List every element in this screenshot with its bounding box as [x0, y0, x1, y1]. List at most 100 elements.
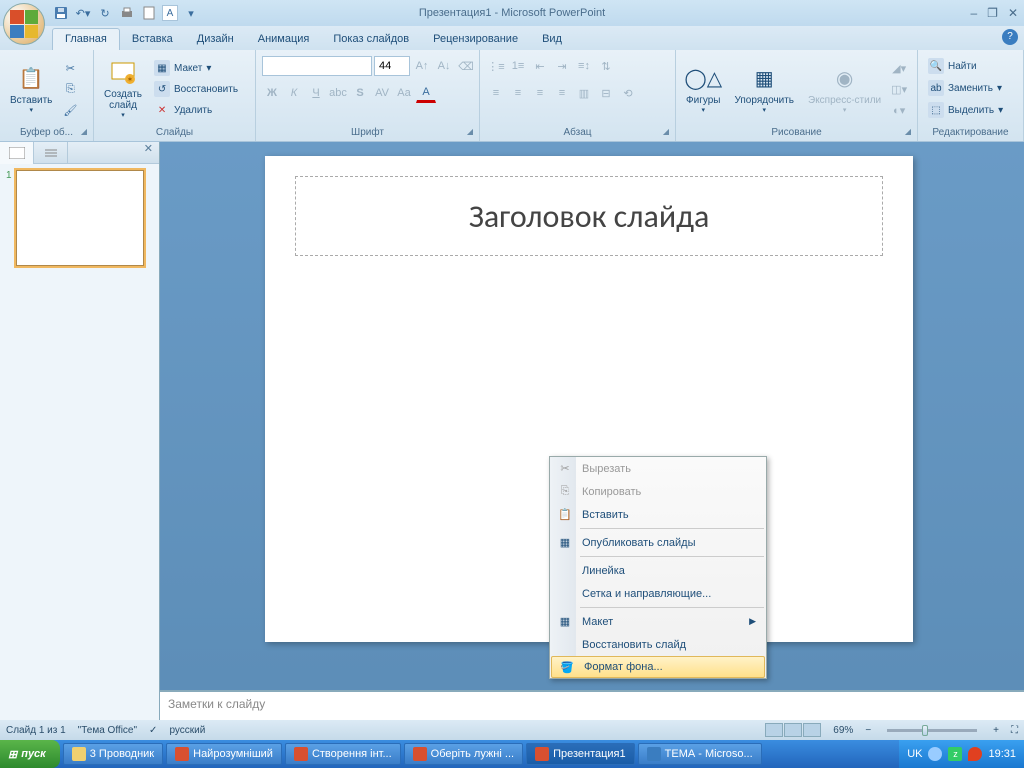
replace-button[interactable]: abЗаменить ▾: [924, 78, 1006, 98]
panel-close-button[interactable]: ✕: [138, 142, 159, 163]
zoom-out-button[interactable]: −: [865, 725, 871, 736]
office-button[interactable]: [3, 3, 45, 45]
italic-icon[interactable]: К: [284, 83, 304, 103]
line-spacing-icon[interactable]: ≡↕: [574, 56, 594, 76]
ctx-cut[interactable]: ✂Вырезать: [550, 457, 766, 480]
align-text-icon[interactable]: ⊟: [596, 83, 616, 103]
fit-button[interactable]: ⛶: [1011, 725, 1018, 736]
align-right-icon[interactable]: ≡: [530, 83, 550, 103]
task-item[interactable]: ТЕМА - Microso...: [638, 743, 762, 765]
launcher-icon[interactable]: ◢: [81, 127, 87, 136]
qat-more-icon[interactable]: ▾: [182, 4, 200, 22]
grow-font-icon[interactable]: A↑: [412, 56, 432, 76]
title-placeholder[interactable]: Заголовок слайда: [295, 176, 883, 256]
new-slide-button[interactable]: ✶ Создать слайд▾: [98, 56, 148, 122]
shrink-font-icon[interactable]: A↓: [434, 56, 454, 76]
sorter-view-button[interactable]: [784, 723, 802, 737]
spacing-icon[interactable]: AV: [372, 83, 392, 103]
tray-icon[interactable]: [968, 747, 982, 761]
notes-pane[interactable]: Заметки к слайду: [160, 690, 1024, 720]
shadow-icon[interactable]: S: [350, 83, 370, 103]
underline-icon[interactable]: Ч: [306, 83, 326, 103]
shapes-button[interactable]: ◯△Фигуры▾: [680, 56, 726, 122]
slides-tab-icon[interactable]: [0, 142, 34, 164]
clock[interactable]: 19:31: [988, 748, 1016, 760]
columns-icon[interactable]: ▥: [574, 83, 594, 103]
case-icon[interactable]: Aa: [394, 83, 414, 103]
print-icon[interactable]: [118, 4, 136, 22]
tab-animation[interactable]: Анимация: [246, 29, 322, 50]
tray-icon[interactable]: z: [948, 747, 962, 761]
bold-icon[interactable]: Ж: [262, 83, 282, 103]
find-button[interactable]: 🔍Найти: [924, 56, 981, 76]
launcher-icon[interactable]: ◢: [663, 127, 669, 136]
restore-button[interactable]: ❐: [987, 6, 998, 20]
shape-outline-icon[interactable]: ◫▾: [889, 79, 909, 99]
indent-dec-icon[interactable]: ⇤: [530, 56, 550, 76]
indent-inc-icon[interactable]: ⇥: [552, 56, 572, 76]
tab-view[interactable]: Вид: [530, 29, 574, 50]
format-painter-icon[interactable]: 🖌: [60, 100, 80, 120]
task-item[interactable]: Оберіть лужні ...: [404, 743, 523, 765]
bullets-icon[interactable]: ⋮≡: [486, 56, 506, 76]
undo-icon[interactable]: ↶▾: [74, 4, 92, 22]
copy-icon[interactable]: ⎘: [60, 79, 80, 99]
start-button[interactable]: ⊞пуск: [0, 740, 60, 768]
ctx-format-background[interactable]: 🪣Формат фона...: [551, 656, 765, 678]
task-item[interactable]: Створення інт...: [285, 743, 401, 765]
font-color-icon[interactable]: A: [416, 83, 436, 103]
qat-letter[interactable]: A: [162, 5, 178, 21]
ctx-ruler[interactable]: Линейка: [550, 559, 766, 582]
tab-review[interactable]: Рецензирование: [421, 29, 530, 50]
normal-view-button[interactable]: [765, 723, 783, 737]
layout-button[interactable]: ▦Макет ▾: [150, 58, 242, 78]
task-item[interactable]: Презентация1: [526, 743, 635, 765]
zoom-level[interactable]: 69%: [833, 725, 853, 736]
strike-icon[interactable]: abc: [328, 83, 348, 103]
justify-icon[interactable]: ≡: [552, 83, 572, 103]
ctx-copy[interactable]: ⎘Копировать: [550, 480, 766, 503]
launcher-icon[interactable]: ◢: [905, 127, 911, 136]
numbering-icon[interactable]: 1≡: [508, 56, 528, 76]
ctx-paste[interactable]: 📋Вставить: [550, 503, 766, 526]
font-size-input[interactable]: [374, 56, 410, 76]
tab-slideshow[interactable]: Показ слайдов: [321, 29, 421, 50]
ctx-publish[interactable]: ▦Опубликовать слайды: [550, 531, 766, 554]
ctx-grid[interactable]: Сетка и направляющие...: [550, 582, 766, 605]
tab-insert[interactable]: Вставка: [120, 29, 185, 50]
close-button[interactable]: ✕: [1008, 6, 1018, 20]
language-indicator[interactable]: UK: [907, 748, 922, 760]
spellcheck-icon[interactable]: ✓: [149, 725, 157, 736]
align-left-icon[interactable]: ≡: [486, 83, 506, 103]
font-name-input[interactable]: [262, 56, 372, 76]
help-button[interactable]: ?: [1002, 29, 1018, 45]
tray-icon[interactable]: [928, 747, 942, 761]
new-icon[interactable]: [140, 4, 158, 22]
slideshow-view-button[interactable]: [803, 723, 821, 737]
save-icon[interactable]: [52, 4, 70, 22]
align-center-icon[interactable]: ≡: [508, 83, 528, 103]
reset-button[interactable]: ↺Восстановить: [150, 79, 242, 99]
tab-design[interactable]: Дизайн: [185, 29, 246, 50]
shape-effects-icon[interactable]: ◐▾: [889, 100, 909, 120]
ctx-reset[interactable]: Восстановить слайд: [550, 633, 766, 656]
task-item[interactable]: Найрозумніший: [166, 743, 282, 765]
task-item[interactable]: 3 Проводник: [63, 743, 163, 765]
delete-button[interactable]: ✕Удалить: [150, 100, 242, 120]
zoom-slider[interactable]: [887, 729, 977, 732]
clear-format-icon[interactable]: ⌫: [456, 56, 476, 76]
tab-home[interactable]: Главная: [52, 28, 120, 50]
cut-icon[interactable]: ✂: [60, 58, 80, 78]
status-language[interactable]: русский: [169, 725, 205, 736]
launcher-icon[interactable]: ◢: [467, 127, 473, 136]
text-dir-icon[interactable]: ⇅: [596, 56, 616, 76]
redo-icon[interactable]: ↻: [96, 4, 114, 22]
ctx-layout[interactable]: ▦Макет▶: [550, 610, 766, 633]
arrange-button[interactable]: ▦Упорядочить▾: [728, 56, 800, 122]
minimize-button[interactable]: –: [970, 6, 977, 20]
shape-fill-icon[interactable]: ◢▾: [889, 58, 909, 78]
paste-button[interactable]: 📋 Вставить▾: [4, 56, 58, 122]
slide-thumbnail[interactable]: [16, 170, 144, 266]
zoom-in-button[interactable]: +: [993, 725, 999, 736]
quick-styles-button[interactable]: ◉Экспресс-стили▾: [802, 56, 887, 122]
